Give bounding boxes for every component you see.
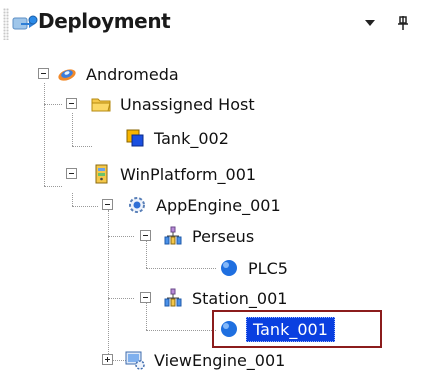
- tree-node-tank-001[interactable]: Tank_001: [218, 315, 335, 343]
- tree-line: [44, 186, 62, 187]
- tree-line: [108, 298, 134, 299]
- node-label: AppEngine_001: [156, 195, 281, 215]
- tree-line: [108, 210, 109, 360]
- tree-line: [146, 240, 147, 268]
- node-label-selected: Tank_001: [246, 316, 335, 342]
- expander-station[interactable]: [140, 292, 151, 303]
- tree-node-andromeda[interactable]: Andromeda: [56, 60, 179, 88]
- tree-node-unassigned-host[interactable]: Unassigned Host: [90, 90, 255, 118]
- deployment-tree: Andromeda Unassigned Host Tank_002 WinPl…: [0, 0, 424, 381]
- tree-line: [146, 268, 216, 269]
- tree-node-station[interactable]: Station_001: [162, 284, 287, 312]
- expander-winplatform[interactable]: [66, 168, 77, 179]
- node-label: Tank_002: [154, 128, 229, 148]
- tree-line: [108, 236, 134, 237]
- tree-node-tank-002[interactable]: Tank_002: [124, 124, 229, 152]
- galaxy-icon: [58, 69, 76, 81]
- tree-node-perseus[interactable]: Perseus: [162, 222, 254, 250]
- view-engine-icon: [125, 351, 145, 370]
- area-icon: [164, 288, 182, 307]
- tree-line: [146, 302, 147, 330]
- tree-node-plc5[interactable]: PLC5: [218, 254, 288, 282]
- node-label: ViewEngine_001: [154, 350, 286, 370]
- expander-viewengine[interactable]: [102, 354, 113, 365]
- node-label: PLC5: [248, 258, 288, 278]
- expander-appengine[interactable]: [102, 199, 113, 210]
- tree-line: [146, 330, 216, 331]
- tree-node-viewengine[interactable]: ViewEngine_001: [124, 346, 285, 374]
- platform-icon: [95, 164, 108, 184]
- engine-gear-icon: [129, 197, 145, 213]
- node-label: Unassigned Host: [120, 94, 255, 114]
- deployment-panel: Deployment Andromeda Unassigned Host Tan…: [0, 0, 424, 381]
- folder-icon: [91, 98, 111, 112]
- node-label: Station_001: [192, 288, 288, 308]
- tree-line: [72, 193, 73, 206]
- area-icon: [164, 226, 182, 245]
- blue-sphere-icon: [221, 260, 237, 276]
- tree-line: [72, 113, 73, 146]
- node-label: Perseus: [192, 226, 255, 246]
- object-icon: [126, 129, 144, 147]
- blue-sphere-icon: [221, 321, 237, 337]
- tree-node-winplatform[interactable]: WinPlatform_001: [90, 160, 256, 188]
- expander-unassigned-host[interactable]: [66, 98, 77, 109]
- node-label: WinPlatform_001: [120, 164, 257, 184]
- tree-line: [44, 104, 62, 105]
- expander-perseus[interactable]: [140, 230, 151, 241]
- tree-line: [72, 146, 92, 147]
- node-label: Andromeda: [86, 64, 179, 84]
- tree-line: [44, 83, 45, 186]
- tree-node-appengine[interactable]: AppEngine_001: [126, 191, 281, 219]
- expander-andromeda[interactable]: [38, 68, 49, 79]
- tree-line: [72, 206, 98, 207]
